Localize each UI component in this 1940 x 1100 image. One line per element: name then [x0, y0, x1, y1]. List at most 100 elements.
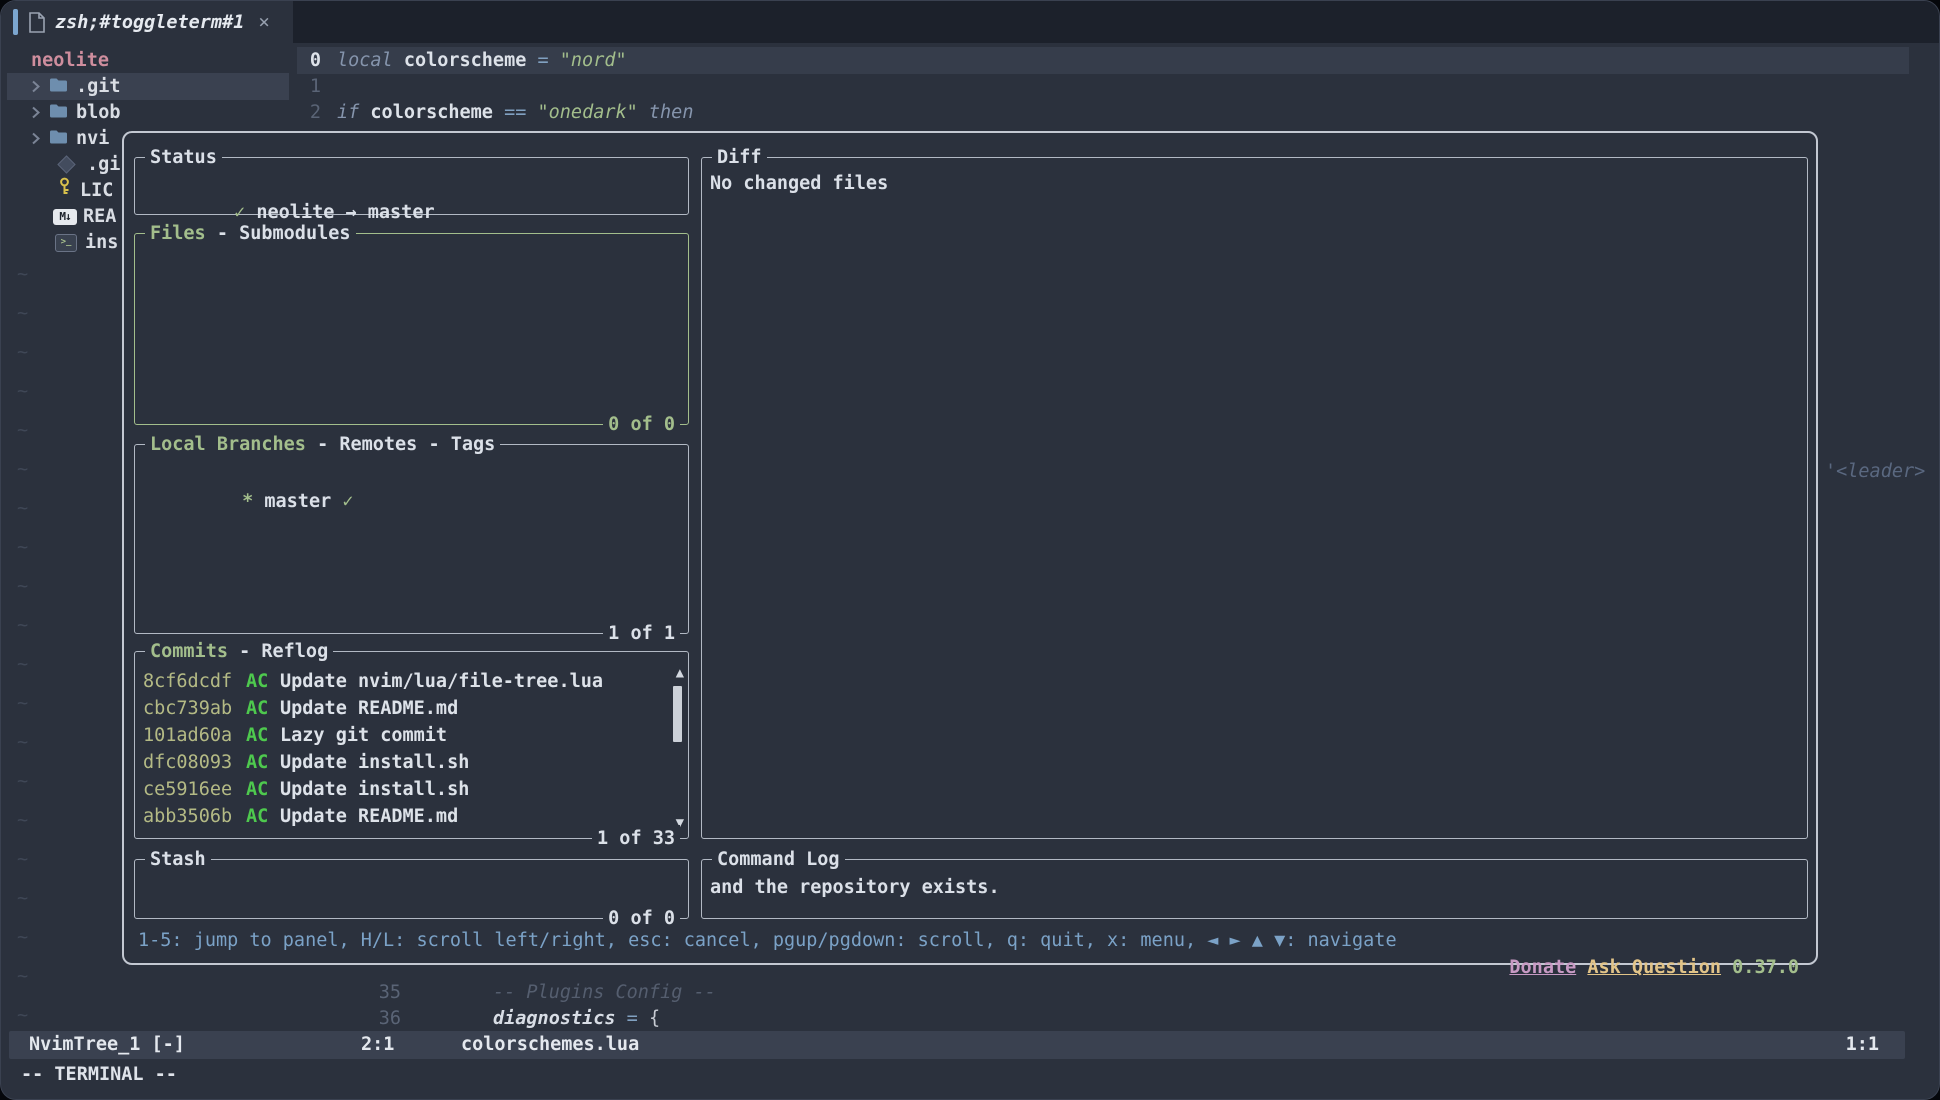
- code-line: if colorscheme == "onedark" then: [337, 99, 693, 126]
- filetree-item-label: .git: [76, 73, 121, 100]
- ask-question-link[interactable]: Ask Question: [1587, 957, 1721, 978]
- stash-panel-title: Stash: [145, 846, 211, 873]
- files-count: 0 of 0: [603, 411, 680, 438]
- commit-author: AC: [246, 776, 280, 803]
- filetree-item-nvim[interactable]: nvi: [31, 125, 109, 152]
- filetree-root[interactable]: neolite: [31, 47, 109, 74]
- commit-message: Update install.sh: [280, 779, 469, 800]
- folder-icon: [49, 125, 68, 152]
- files-panel-title: Files - Submodules: [145, 220, 356, 247]
- tab-remotes-tags[interactable]: - Remotes - Tags: [306, 434, 495, 455]
- branches-panel-title: Local Branches - Remotes - Tags: [145, 431, 500, 458]
- tilde: ~: [17, 612, 28, 639]
- filetree-item-install[interactable]: >_ ins: [55, 229, 118, 256]
- scrollbar-thumb[interactable]: [673, 686, 682, 742]
- terminal-icon: >_: [55, 234, 77, 252]
- markdown-icon: M↓: [53, 209, 77, 225]
- lazygit-stash-panel[interactable]: Stash 0 of 0: [134, 859, 689, 919]
- tilde: ~: [17, 339, 28, 366]
- tilde: ~: [17, 924, 28, 951]
- filetree-item-blob[interactable]: blob: [31, 99, 121, 126]
- tilde: ~: [17, 261, 28, 288]
- commits-panel-title: Commits - Reflog: [145, 638, 333, 665]
- commit-row[interactable]: abb3506bACUpdate README.md: [143, 803, 663, 830]
- code-line: local colorscheme = "nord": [337, 47, 627, 74]
- commit-row[interactable]: dfc08093ACUpdate install.sh: [143, 749, 663, 776]
- commit-hash: 8cf6dcdf: [143, 668, 246, 695]
- filetree-item-license[interactable]: LIC: [57, 177, 113, 204]
- commits-count: 1 of 33: [592, 825, 680, 852]
- lazygit-diff-panel[interactable]: Diff No changed files: [701, 157, 1808, 839]
- command-log-content: and the repository exists.: [710, 874, 1000, 901]
- tab-files[interactable]: Files: [150, 223, 206, 244]
- donate-link[interactable]: Donate: [1509, 957, 1576, 978]
- commit-row[interactable]: cbc739abACUpdate README.md: [143, 695, 663, 722]
- commit-hash: 101ad60a: [143, 722, 246, 749]
- tab-commits[interactable]: Commits: [150, 641, 228, 662]
- commit-message: Update README.md: [280, 806, 458, 827]
- diff-panel-title: Diff: [712, 144, 767, 171]
- folder-icon: [49, 73, 68, 100]
- filetree-item-label: REA: [83, 203, 116, 230]
- lazygit-branches-panel[interactable]: Local Branches - Remotes - Tags * master…: [134, 444, 689, 634]
- diff-panel-content: No changed files: [710, 170, 888, 197]
- lazygit-files-panel[interactable]: Files - Submodules 0 of 0: [134, 233, 689, 425]
- key-icon: [57, 177, 72, 204]
- tilde: ~: [17, 1002, 28, 1029]
- code-line: -- Plugins Config --: [493, 979, 716, 1006]
- tilde: ~: [17, 573, 28, 600]
- statusline-filename: colorschemes.lua: [461, 1031, 639, 1059]
- tilde: ~: [17, 807, 28, 834]
- chevron-right-icon: [31, 106, 41, 119]
- tilde: ~: [17, 495, 28, 522]
- commit-author: AC: [246, 668, 280, 695]
- tilde: ~: [17, 300, 28, 327]
- statusline-cursor-position-right: 1:1: [1846, 1031, 1879, 1059]
- commit-row[interactable]: 101ad60aACLazy git commit: [143, 722, 663, 749]
- lazygit-links: Donate Ask Question 0.37.0: [1443, 927, 1799, 1008]
- scroll-up-icon[interactable]: ▲: [676, 666, 684, 680]
- tab-local-branches[interactable]: Local Branches: [150, 434, 306, 455]
- lazygit-command-log-panel[interactable]: Command Log and the repository exists.: [701, 859, 1808, 919]
- chevron-right-icon: [31, 132, 41, 145]
- tilde: ~: [17, 846, 28, 873]
- filetree-item-label: blob: [76, 99, 121, 126]
- commit-hash: ce5916ee: [143, 776, 246, 803]
- check-icon: ✓: [342, 491, 353, 512]
- tab-submodules[interactable]: - Submodules: [206, 223, 351, 244]
- code-line: diagnostics = {: [493, 1005, 660, 1032]
- git-diamond-icon: [57, 155, 75, 173]
- filetree-item-gitignore[interactable]: .gi: [57, 151, 120, 178]
- tabline: zsh;#toggleterm#1 ×: [1, 1, 1939, 43]
- command-log-title: Command Log: [712, 846, 845, 873]
- branch-list-item[interactable]: * master ✓: [153, 461, 354, 542]
- filetree-item-label: LIC: [80, 177, 113, 204]
- filetree-item-git[interactable]: .git: [31, 73, 121, 100]
- current-branch-star: *: [242, 491, 253, 512]
- commit-row[interactable]: ce5916eeACUpdate install.sh: [143, 776, 663, 803]
- folder-icon: [49, 99, 68, 126]
- filetree-item-label: nvi: [76, 125, 109, 152]
- tilde: ~: [17, 417, 28, 444]
- commit-author: AC: [246, 803, 280, 830]
- tilde: ~: [17, 378, 28, 405]
- commit-message: Update README.md: [280, 698, 458, 719]
- leader-keymap-hint: '<leader>: [1825, 458, 1925, 485]
- line-number: 0: [281, 47, 321, 74]
- filetree-item-label: ins: [85, 229, 118, 256]
- statusline: NvimTree_1 [-] 2:1 colorschemes.lua 1:1: [9, 1031, 1905, 1059]
- commit-author: AC: [246, 722, 280, 749]
- filetree-item-readme[interactable]: M↓ REA: [53, 203, 116, 230]
- filetree-root-label: neolite: [31, 47, 109, 74]
- commit-author: AC: [246, 749, 280, 776]
- active-tab-indicator: [13, 9, 18, 35]
- lazygit-status-panel[interactable]: Status ✓ neolite → master: [134, 157, 689, 215]
- commit-row[interactable]: 8cf6dcdfACUpdate nvim/lua/file-tree.lua: [143, 668, 663, 695]
- version-label: 0.37.0: [1732, 957, 1799, 978]
- tab-reflog[interactable]: - Reflog: [228, 641, 328, 662]
- lazygit-commits-panel[interactable]: Commits - Reflog 8cf6dcdfACUpdate nvim/l…: [134, 651, 689, 839]
- tab-toggleterm[interactable]: zsh;#toggleterm#1 ×: [1, 1, 293, 43]
- line-number: 36: [341, 1005, 401, 1032]
- tab-close-icon[interactable]: ×: [258, 11, 269, 33]
- line-number: 2: [281, 99, 321, 126]
